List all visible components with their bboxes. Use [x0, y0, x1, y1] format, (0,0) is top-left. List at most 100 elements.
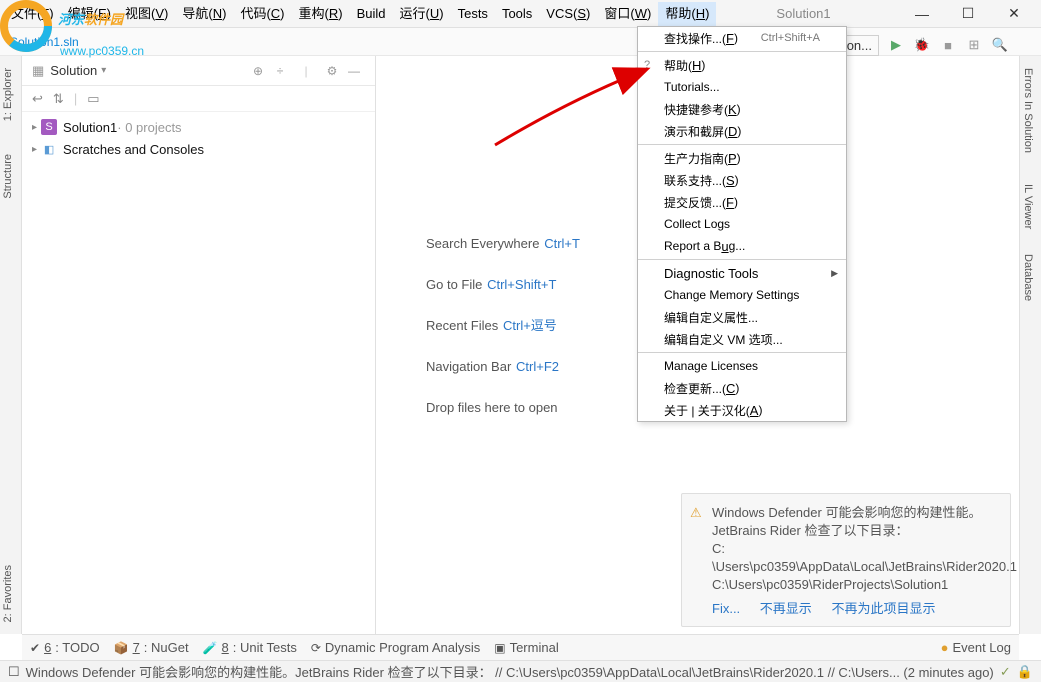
- link-fix[interactable]: Fix...: [712, 601, 740, 616]
- bt-nuget[interactable]: 📦 7: NuGet: [114, 640, 189, 655]
- menu-file[interactable]: 文件(F): [4, 2, 61, 26]
- status-text: Windows Defender 可能会影响您的构建性能。JetBrains R…: [26, 662, 994, 681]
- menu-run[interactable]: 运行(U): [393, 2, 451, 26]
- attach-button[interactable]: ⊞: [961, 32, 987, 58]
- menu-about[interactable]: 关于 | 关于汉化(A): [638, 399, 846, 421]
- help-dropdown-menu: 查找操作...(F)Ctrl+Shift+A ?帮助(H) Tutorials.…: [637, 26, 847, 422]
- collapse-icon[interactable]: ÷: [269, 64, 291, 78]
- tip-drop: Drop files here to open: [426, 396, 580, 419]
- menu-help-item[interactable]: ?帮助(H): [638, 54, 846, 76]
- forward-icon[interactable]: ⇅: [53, 91, 64, 107]
- filter-icon[interactable]: ▭: [87, 91, 99, 107]
- tree-row-solution[interactable]: ▸ S Solution1 · 0 projects: [22, 116, 375, 138]
- menu-find-action[interactable]: 查找操作...(F)Ctrl+Shift+A: [638, 27, 846, 49]
- explorer-toolbar: ↩ ⇅ | ▭: [22, 86, 375, 112]
- rail-il-viewer[interactable]: IL Viewer: [1020, 176, 1036, 237]
- rail-explorer[interactable]: 1: Explorer: [0, 60, 16, 129]
- submenu-arrow-icon: ▶: [831, 268, 838, 279]
- bt-terminal[interactable]: ▣ Terminal: [494, 640, 558, 655]
- empty-state-tips: Search Everywhere Ctrl+T Go to File Ctrl…: [426, 232, 580, 437]
- warning-icon: ⚠: [690, 504, 702, 522]
- menu-nav[interactable]: 导航(N): [175, 2, 233, 26]
- left-tool-rail: 1: Explorer Structure 2: Favorites: [0, 56, 22, 634]
- menu-edit-vm[interactable]: 编辑自定义 VM 选项...: [638, 328, 846, 350]
- bt-unit-tests[interactable]: 🧪 8: Unit Tests: [203, 640, 297, 655]
- rail-database[interactable]: Database: [1020, 246, 1036, 309]
- menubar: 文件(F) 编辑(E) 视图(V) 导航(N) 代码(C) 重构(R) Buil…: [0, 0, 1041, 28]
- menu-report-bug[interactable]: Report a Bug...: [638, 235, 846, 257]
- tip-search: Search Everywhere Ctrl+T: [426, 232, 580, 255]
- link-dont-show[interactable]: 不再显示: [760, 601, 812, 616]
- defender-notification: ⚠ Windows Defender 可能会影响您的构建性能。 JetBrain…: [681, 493, 1011, 627]
- bt-event-log[interactable]: ● Event Log: [941, 640, 1011, 655]
- maximize-button[interactable]: ☐: [945, 0, 991, 28]
- right-tool-rail: Errors In Solution IL Viewer Database: [1019, 56, 1041, 634]
- hide-icon[interactable]: —: [343, 64, 365, 78]
- notification-line: \Users\pc0359\AppData\Local\JetBrains\Ri…: [712, 558, 998, 576]
- menu-manage-licenses[interactable]: Manage Licenses: [638, 355, 846, 377]
- menu-edit[interactable]: 编辑(E): [61, 2, 118, 26]
- menu-vcs[interactable]: VCS(S): [539, 2, 597, 26]
- search-icon[interactable]: 🔍: [987, 32, 1013, 58]
- rail-structure[interactable]: Structure: [0, 146, 16, 207]
- status-icon[interactable]: ☐: [8, 664, 20, 680]
- notification-line: JetBrains Rider 检查了以下目录：: [712, 522, 998, 540]
- rail-errors[interactable]: Errors In Solution: [1020, 60, 1036, 161]
- stop-button[interactable]: ■: [935, 32, 961, 58]
- solution-tree: ▸ S Solution1 · 0 projects ▸ ◧ Scratches…: [22, 112, 375, 164]
- project-count: · 0 projects: [117, 120, 181, 135]
- notification-line: C:: [712, 540, 998, 558]
- expand-icon[interactable]: ▸: [32, 144, 37, 155]
- menu-view[interactable]: 视图(V): [118, 2, 175, 26]
- locate-icon[interactable]: ⊕: [247, 64, 269, 78]
- tree-label: Solution1: [63, 120, 117, 135]
- debug-button[interactable]: 🐞: [909, 32, 935, 58]
- help-icon: ?: [644, 59, 650, 71]
- menu-refactor[interactable]: 重构(R): [292, 2, 350, 26]
- close-button[interactable]: ✕: [991, 0, 1037, 28]
- menu-productivity[interactable]: 生产力指南(P): [638, 147, 846, 169]
- rail-favorites[interactable]: 2: Favorites: [0, 557, 16, 630]
- status-bar: ☐ Windows Defender 可能会影响您的构建性能。JetBrains…: [0, 660, 1041, 682]
- menu-diagnostic-tools[interactable]: Diagnostic Tools▶: [638, 262, 846, 284]
- explorer-panel: ▦ Solution ▾ ⊕ ÷ | ⚙ — ↩ ⇅ | ▭ ▸ S Solut…: [22, 56, 376, 634]
- menu-help[interactable]: 帮助(H): [658, 2, 716, 26]
- tip-recent: Recent Files Ctrl+逗号: [426, 314, 580, 337]
- scratches-icon: ◧: [41, 141, 57, 157]
- menu-memory-settings[interactable]: Change Memory Settings: [638, 284, 846, 306]
- menu-contact-support[interactable]: 联系支持...(S): [638, 169, 846, 191]
- status-lock-icon[interactable]: 🔒: [1017, 664, 1033, 680]
- minimize-button[interactable]: —: [899, 0, 945, 28]
- menu-tests[interactable]: Tests: [451, 2, 495, 26]
- menu-build[interactable]: Build: [350, 2, 393, 26]
- menu-tools[interactable]: Tools: [495, 2, 539, 26]
- status-check-icon: ✓: [1000, 664, 1011, 680]
- tip-goto-file: Go to File Ctrl+Shift+T: [426, 273, 580, 296]
- run-button[interactable]: ▶: [883, 32, 909, 58]
- tree-row-scratches[interactable]: ▸ ◧ Scratches and Consoles: [22, 138, 375, 160]
- link-dont-show-project[interactable]: 不再为此项目显示: [831, 601, 935, 616]
- explorer-title: Solution: [50, 63, 97, 78]
- explorer-header: ▦ Solution ▾ ⊕ ÷ | ⚙ —: [22, 56, 375, 86]
- notification-line: C:\Users\pc0359\RiderProjects\Solution1: [712, 576, 998, 594]
- notification-line: Windows Defender 可能会影响您的构建性能。: [712, 504, 998, 522]
- bottom-toolbar: ✔ 6: TODO 📦 7: NuGet 🧪 8: Unit Tests ⟳ D…: [22, 634, 1019, 660]
- solution-icon: S: [41, 119, 57, 135]
- menu-tutorials[interactable]: Tutorials...: [638, 76, 846, 98]
- explorer-icon: ▦: [32, 63, 44, 79]
- back-icon[interactable]: ↩: [32, 91, 43, 107]
- bt-dpa[interactable]: ⟳ Dynamic Program Analysis: [311, 640, 480, 655]
- chevron-down-icon[interactable]: ▾: [101, 65, 106, 76]
- expand-icon[interactable]: ▸: [32, 122, 37, 133]
- menu-demos[interactable]: 演示和截屏(D): [638, 120, 846, 142]
- menu-submit-feedback[interactable]: 提交反馈...(F): [638, 191, 846, 213]
- menu-collect-logs[interactable]: Collect Logs: [638, 213, 846, 235]
- menu-check-updates[interactable]: 检查更新...(C): [638, 377, 846, 399]
- bt-todo[interactable]: ✔ 6: TODO: [30, 640, 100, 655]
- menu-window[interactable]: 窗口(W): [597, 2, 658, 26]
- menu-code[interactable]: 代码(C): [233, 2, 291, 26]
- menu-edit-props[interactable]: 编辑自定义属性...: [638, 306, 846, 328]
- settings-icon[interactable]: ⚙: [321, 64, 343, 78]
- window-title: Solution1: [776, 6, 830, 21]
- menu-keymap-ref[interactable]: 快捷键参考(K): [638, 98, 846, 120]
